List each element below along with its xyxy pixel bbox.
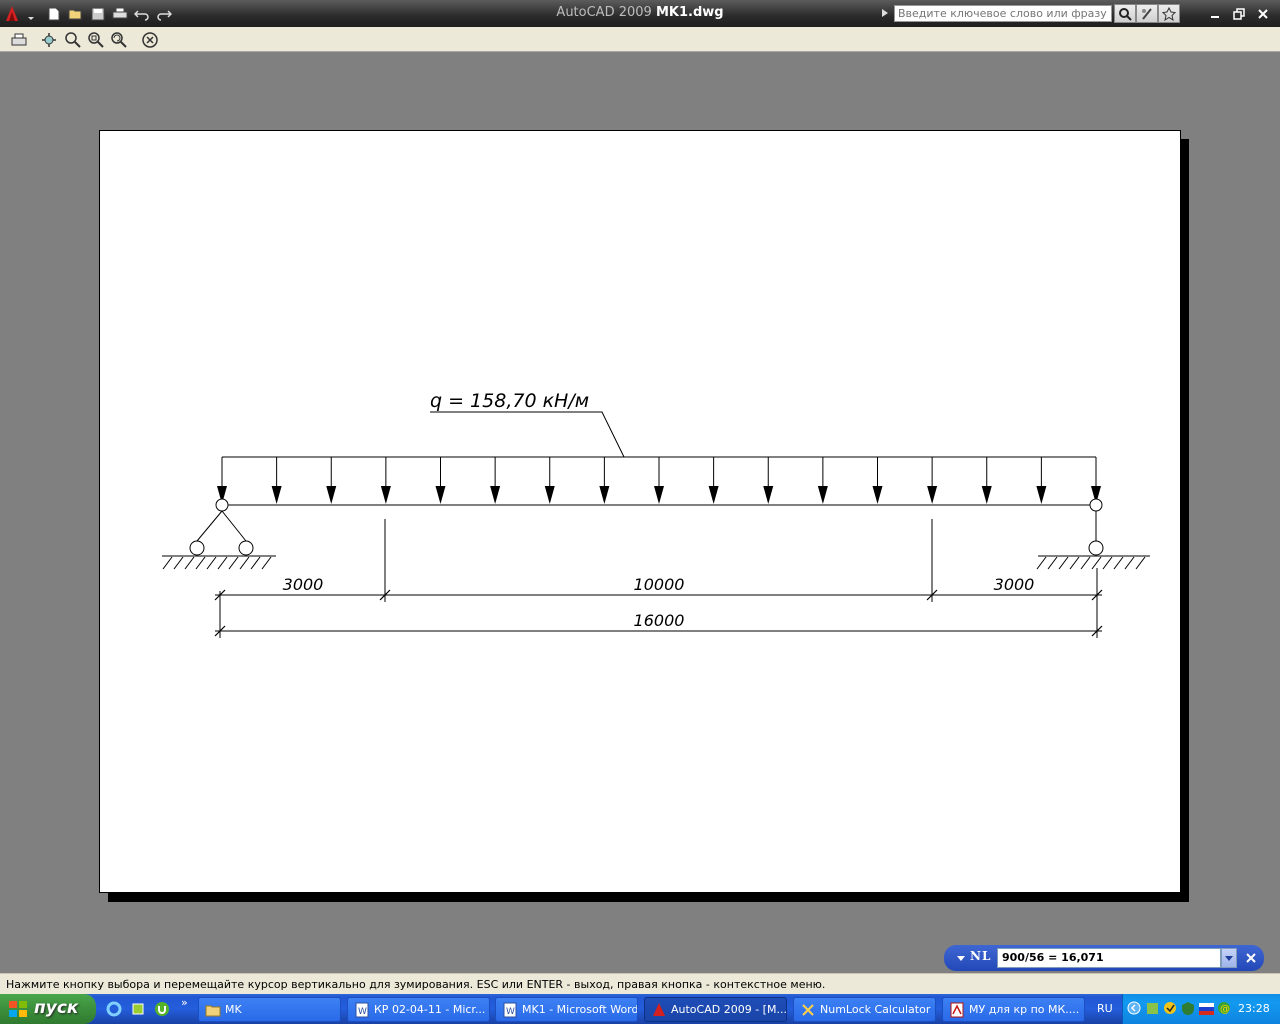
security-tray-icon[interactable]: [1181, 1001, 1196, 1016]
tray-expand-icon[interactable]: [1127, 1001, 1142, 1016]
restore-icon[interactable]: [1228, 4, 1250, 23]
minimize-icon[interactable]: [1204, 4, 1226, 23]
task-word-kr[interactable]: W КР 02-04-11 - Micr...: [347, 997, 490, 1022]
numlock-calculator-bar: NL 900/56 = 16,071: [944, 945, 1264, 971]
start-button[interactable]: пуск: [0, 994, 96, 1024]
app-name: AutoCAD 2009: [556, 5, 652, 20]
task-pdf-mu[interactable]: МУ для кр по МК....: [942, 997, 1085, 1022]
quick-launch: [104, 999, 172, 1019]
pdf-icon: [950, 1002, 964, 1018]
mail-agent-tray-icon[interactable]: @: [1217, 1001, 1232, 1016]
zoom-original-icon[interactable]: [108, 29, 130, 50]
new-file-icon[interactable]: [44, 4, 64, 24]
plot-preview-paper[interactable]: [99, 130, 1181, 893]
subscription-center-icon[interactable]: [1136, 4, 1158, 23]
tray-clock: 23:28: [1238, 1002, 1270, 1015]
calculator-close-icon[interactable]: [1242, 949, 1260, 967]
svg-text:W: W: [358, 1007, 367, 1017]
internet-explorer-icon[interactable]: [104, 999, 124, 1019]
task-label: AutoCAD 2009 - [M...: [671, 1003, 787, 1016]
search-buttons: [1114, 4, 1180, 23]
word-icon: W: [355, 1002, 369, 1018]
search-expand-icon[interactable]: [879, 7, 891, 19]
task-label: КР 02-04-11 - Micr...: [374, 1003, 486, 1016]
plot-print-icon[interactable]: [8, 29, 30, 50]
file-name: MK1.dwg: [655, 5, 724, 20]
task-numlock-calculator[interactable]: NumLock Calculator: [793, 997, 936, 1022]
preview-toolbar: [0, 27, 1280, 52]
redo-icon[interactable]: [154, 4, 174, 24]
save-icon[interactable]: [88, 4, 108, 24]
task-word-mk1[interactable]: W MK1 - Microsoft Word: [495, 997, 638, 1022]
autocad-logo-icon[interactable]: [2, 3, 38, 25]
close-preview-icon[interactable]: [139, 29, 161, 50]
task-label: МУ для кр по МК....: [969, 1003, 1080, 1016]
calculator-menu-icon[interactable]: [954, 951, 968, 965]
svg-text:@: @: [1220, 1004, 1230, 1015]
windows-taskbar: пуск » MK W КР 02-04-11 - Micr... W MK1 …: [0, 994, 1280, 1024]
task-autocad[interactable]: AutoCAD 2009 - [M...: [644, 997, 787, 1022]
utorrent-icon[interactable]: [152, 999, 172, 1019]
task-label: NumLock Calculator: [820, 1003, 931, 1016]
zoom-realtime-icon[interactable]: [62, 29, 84, 50]
zoom-window-icon[interactable]: [85, 29, 107, 50]
start-label: пуск: [34, 998, 79, 1018]
autocad-icon: [653, 1003, 665, 1016]
task-folder-mk[interactable]: MK: [198, 997, 341, 1022]
antivirus-tray-icon[interactable]: [1163, 1001, 1178, 1016]
russian-flag-icon[interactable]: [1199, 1001, 1214, 1016]
search-input[interactable]: [894, 5, 1112, 22]
undo-icon[interactable]: [132, 4, 152, 24]
command-status-line: Нажмите кнопку выбора и перемещайте курс…: [0, 973, 1280, 994]
quick-launch-more[interactable]: »: [181, 996, 188, 1009]
word-icon: W: [503, 1002, 517, 1018]
calculator-badge: NL: [970, 949, 992, 963]
calculator-history-dropdown-icon[interactable]: [1221, 948, 1237, 968]
folder-icon: [205, 1005, 221, 1017]
svg-text:W: W: [506, 1007, 515, 1017]
network-tool-icon[interactable]: [128, 999, 148, 1019]
task-label: MK: [225, 1003, 242, 1016]
open-folder-icon[interactable]: [66, 4, 86, 24]
search-icon[interactable]: [1114, 4, 1136, 23]
title-bar: AutoCAD 2009 MK1.dwg: [0, 0, 1280, 27]
calculator-icon: [802, 1004, 814, 1016]
print-icon[interactable]: [110, 4, 130, 24]
favorites-star-icon[interactable]: [1158, 4, 1180, 23]
quick-access-toolbar: [44, 4, 174, 24]
windows-flag-icon: [9, 1001, 27, 1017]
pan-icon[interactable]: [38, 29, 60, 50]
window-controls: [1204, 4, 1274, 23]
calculator-expression-field[interactable]: 900/56 = 16,071: [997, 948, 1221, 968]
network-tray-icon[interactable]: [1145, 1001, 1160, 1016]
language-indicator[interactable]: RU: [1097, 1002, 1113, 1015]
task-label: MK1 - Microsoft Word: [522, 1003, 638, 1016]
close-icon[interactable]: [1252, 4, 1274, 23]
